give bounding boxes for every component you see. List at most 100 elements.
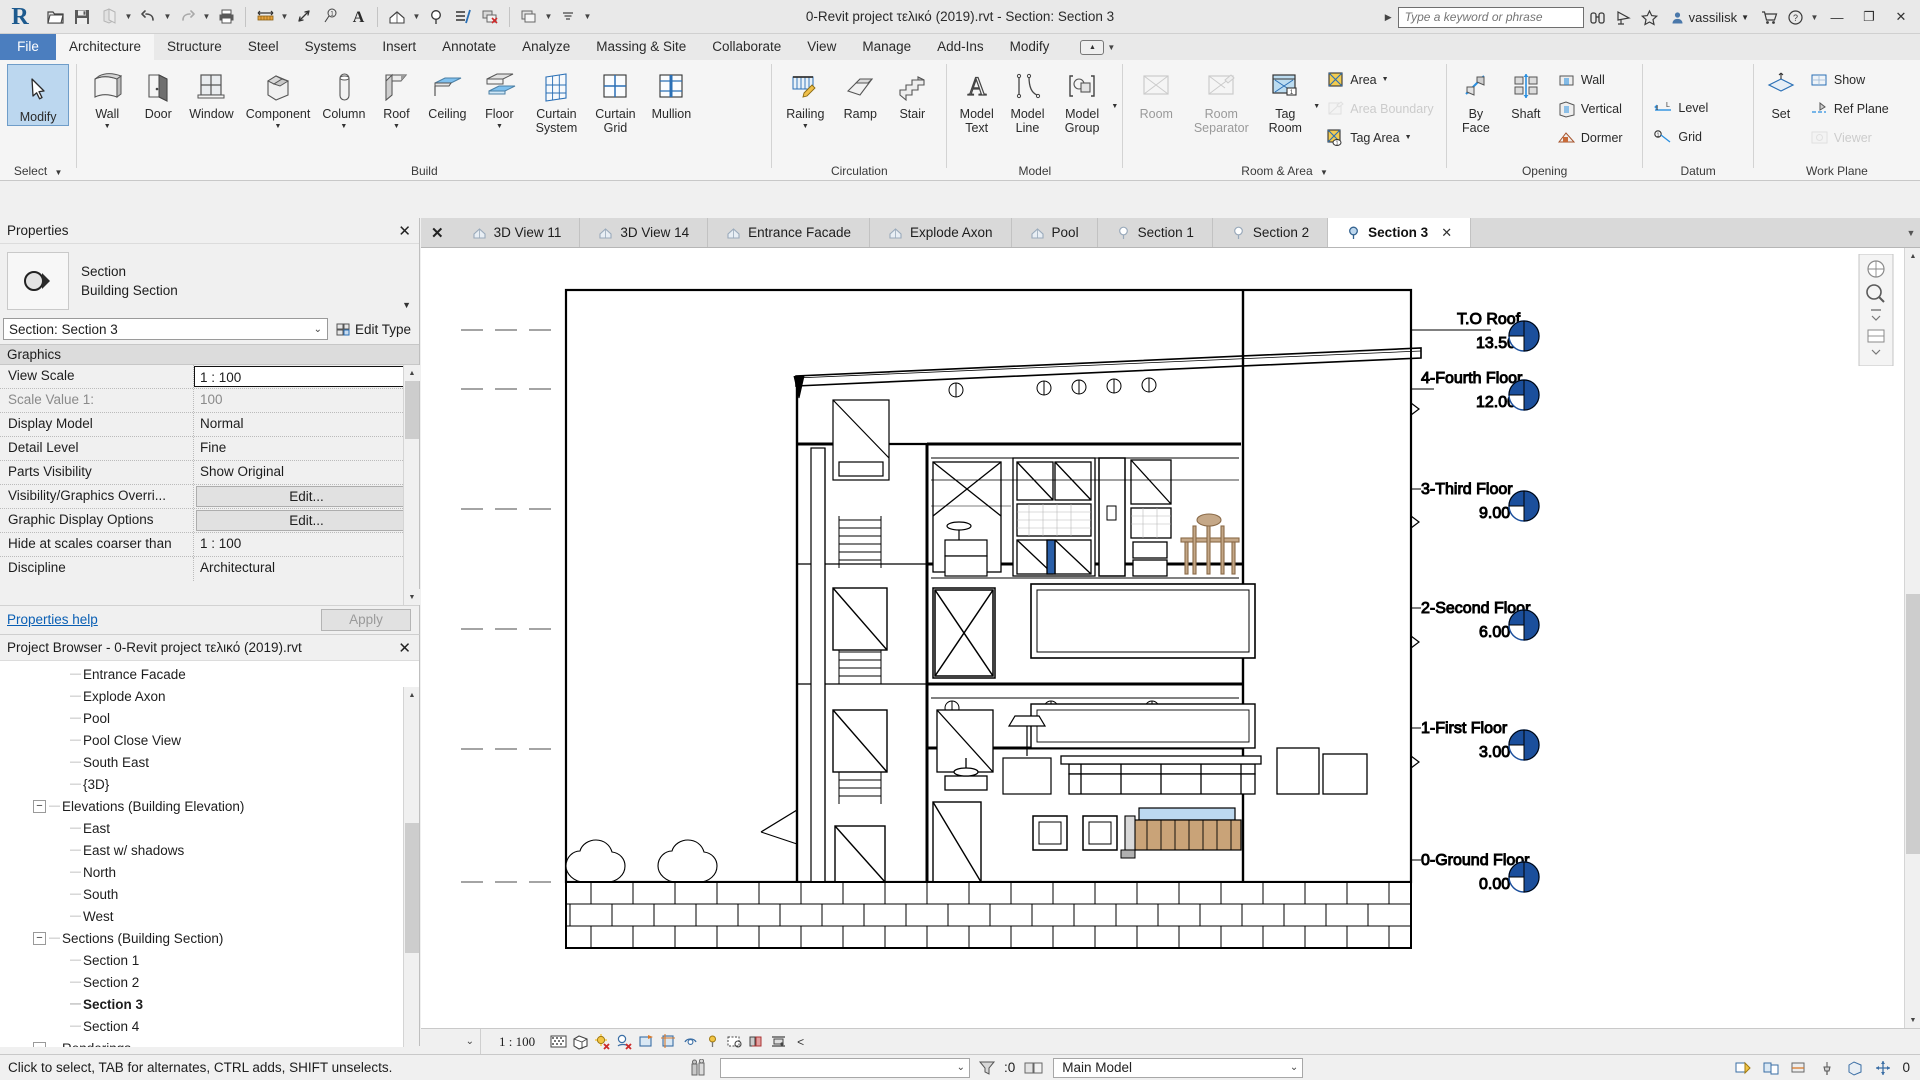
view-tabs-close-marker[interactable]: ✕: [421, 218, 454, 247]
help-dropdown-caret[interactable]: ▼: [1809, 4, 1820, 30]
properties-type-selector[interactable]: Section: Section 3 ⌄: [3, 318, 328, 340]
tree-collapse-icon[interactable]: −: [33, 799, 46, 813]
property-row-display-model[interactable]: Display Model Normal: [0, 413, 419, 437]
user-account[interactable]: vassilisk ▼: [1664, 10, 1755, 25]
temporary-hide-isolate-icon[interactable]: [703, 1032, 722, 1051]
floor-dropdown-caret[interactable]: ▼: [496, 123, 503, 131]
drag-elements-icon[interactable]: [1874, 1059, 1892, 1077]
close-button[interactable]: ✕: [1886, 2, 1916, 32]
project-browser-close-icon[interactable]: ✕: [398, 639, 411, 657]
view-navigation-widget[interactable]: [1856, 253, 1898, 367]
railing-button[interactable]: Railing ▼: [776, 64, 834, 132]
select-pinned-icon[interactable]: [1818, 1059, 1836, 1077]
level-button[interactable]: L Level: [1647, 94, 1714, 123]
panel-title-select[interactable]: Select ▼: [0, 162, 76, 181]
drawing-canvas[interactable]: T.O Roof 13.50 4-Fourth Floor 12.00 3-Th…: [421, 248, 1920, 1028]
ribbon-collapse-icon[interactable]: ▲: [1080, 39, 1105, 55]
property-value[interactable]: 1 : 100: [194, 533, 419, 556]
select-links-icon[interactable]: [1762, 1059, 1780, 1077]
tab-structure[interactable]: Structure: [154, 34, 235, 60]
save-as-dropdown-caret[interactable]: ▼: [123, 4, 134, 30]
property-row-graphic-display-options[interactable]: Graphic Display Options Edit...: [0, 509, 419, 533]
ref-plane-button[interactable]: Ref Plane: [1804, 94, 1895, 123]
tab-add-ins[interactable]: Add-Ins: [924, 34, 997, 60]
tree-item-east[interactable]: — East: [0, 817, 419, 839]
qat-dropdown-icon[interactable]: [555, 4, 581, 30]
tab-modify[interactable]: Modify: [997, 34, 1063, 60]
browser-scroll-thumb[interactable]: [405, 823, 419, 953]
analytical-model-icon[interactable]: [769, 1032, 788, 1051]
render-dialog-icon[interactable]: [637, 1032, 656, 1051]
view-tab-explode-axon[interactable]: Explode Axon: [870, 218, 1012, 247]
shaft-button[interactable]: Shaft: [1501, 64, 1551, 123]
detail-level-fine-icon[interactable]: [549, 1032, 568, 1051]
save-as-icon[interactable]: [96, 4, 122, 30]
properties-scrollbar[interactable]: ▲ ▼: [403, 365, 420, 605]
component-button[interactable]: Component ▼: [240, 64, 317, 132]
properties-close-icon[interactable]: ✕: [398, 222, 411, 240]
worksets-icon[interactable]: [1023, 1059, 1045, 1077]
question-help-icon[interactable]: ?: [1783, 5, 1807, 29]
property-value[interactable]: Fine: [194, 437, 419, 460]
model-group-dropdown-caret[interactable]: ▼: [1111, 103, 1118, 124]
edit-type-button[interactable]: Edit Type: [333, 320, 414, 339]
room-area-panel-caret[interactable]: ▼: [1320, 168, 1328, 177]
panel-title-room-area[interactable]: Room & Area ▼: [1123, 162, 1446, 181]
property-row-view-scale[interactable]: View Scale 1 : 100: [0, 365, 419, 389]
tag-area-dropdown-caret[interactable]: ▼: [1405, 134, 1412, 141]
view-tabs-overflow-caret[interactable]: ▼: [1902, 218, 1920, 247]
wall-button[interactable]: Wall ▼: [81, 64, 133, 132]
roof-dropdown-caret[interactable]: ▼: [393, 123, 400, 131]
star-favorites-icon[interactable]: [1638, 5, 1662, 29]
roof-button[interactable]: Roof ▼: [371, 64, 421, 132]
tab-insert[interactable]: Insert: [369, 34, 429, 60]
tree-item-south[interactable]: — South: [0, 883, 419, 905]
show-crop-region-icon[interactable]: [681, 1032, 700, 1051]
property-row-parts-visibility[interactable]: Parts Visibility Show Original: [0, 461, 419, 485]
dimension-arrow-icon[interactable]: [291, 4, 317, 30]
property-row-hide-at-scales[interactable]: Hide at scales coarser than 1 : 100: [0, 533, 419, 557]
redo-dropdown-caret[interactable]: ▼: [201, 4, 212, 30]
sun-path-off-icon[interactable]: [593, 1032, 612, 1051]
ruler-icon[interactable]: [252, 4, 278, 30]
project-browser-scrollbar[interactable]: ▲ ▼: [403, 687, 419, 1047]
binoculars-icon[interactable]: [1586, 5, 1610, 29]
visual-style-hiddenline-icon[interactable]: [571, 1032, 590, 1051]
vertical-opening-button[interactable]: Vertical: [1551, 94, 1629, 123]
floor-button[interactable]: Floor ▼: [473, 64, 525, 132]
tag-room-dropdown-caret[interactable]: ▼: [1313, 103, 1320, 124]
design-options-combo[interactable]: Main Model ⌄: [1053, 1057, 1304, 1078]
dormer-opening-button[interactable]: Dormer: [1551, 123, 1629, 152]
tree-item-north[interactable]: — North: [0, 861, 419, 883]
properties-scroll-up-arrow[interactable]: ▲: [404, 365, 420, 381]
floppy-disk-icon[interactable]: [69, 4, 95, 30]
property-edit-button[interactable]: Edit...: [196, 486, 417, 507]
model-line-button[interactable]: Model Line: [1002, 64, 1053, 136]
tree-item-3d[interactable]: — {3D}: [0, 773, 419, 795]
selection-filter-combo[interactable]: ⌄: [720, 1057, 970, 1078]
model-group-button[interactable]: Model Group: [1053, 64, 1112, 136]
tree-item-east-w-shadows[interactable]: — East w/ shadows: [0, 839, 419, 861]
crop-view-icon[interactable]: [659, 1032, 678, 1051]
tree-item-west[interactable]: — West: [0, 905, 419, 927]
tab-file[interactable]: File: [0, 34, 56, 60]
switch-windows-caret[interactable]: ▼: [543, 4, 554, 30]
area-dropdown-caret[interactable]: ▼: [1382, 76, 1389, 83]
property-value[interactable]: Show Original: [194, 461, 419, 484]
tab-steel[interactable]: Steel: [235, 34, 292, 60]
by-face-button[interactable]: By Face: [1451, 64, 1501, 136]
tree-item-section-3[interactable]: — Section 3: [0, 993, 419, 1015]
model-text-button[interactable]: A Model Text: [951, 64, 1002, 136]
chevron-down-icon[interactable]: ⌄: [1290, 1062, 1298, 1073]
select-panel-caret[interactable]: ▼: [55, 168, 63, 177]
ramp-button[interactable]: Ramp: [834, 64, 886, 123]
view-tab-entrance-facade[interactable]: Entrance Facade: [708, 218, 870, 247]
modify-button[interactable]: Modify: [7, 64, 70, 126]
search-box[interactable]: [1397, 6, 1584, 28]
search-expand-caret[interactable]: ▶: [1385, 12, 1392, 23]
view-tab-close-icon[interactable]: ✕: [1441, 225, 1452, 241]
curtain-grid-button[interactable]: Curtain Grid: [587, 64, 643, 136]
canvas-scroll-up-arrow[interactable]: ▲: [1905, 248, 1920, 264]
view-tab-section-3[interactable]: Section 3 ✕: [1328, 218, 1472, 247]
expand-bar-icon[interactable]: <: [791, 1032, 810, 1051]
